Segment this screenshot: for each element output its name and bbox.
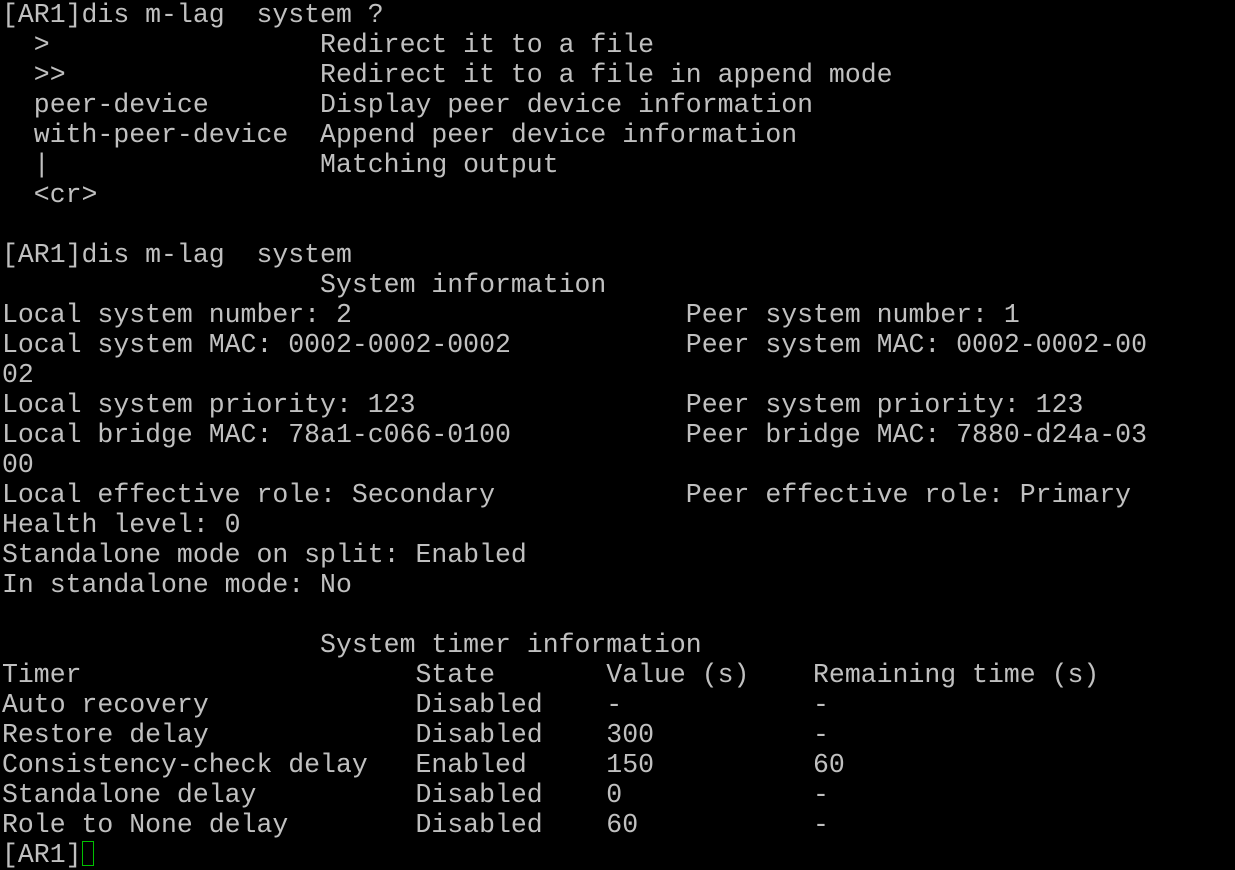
output-line: Local system number: 2 Peer system numbe… bbox=[2, 300, 1020, 330]
help-option-peer-device: peer-device Display peer device informat… bbox=[2, 90, 814, 120]
command-line: [AR1]dis m-lag system ? bbox=[2, 0, 384, 30]
terminal-window[interactable]: [AR1]dis m-lag system ? > Redirect it to… bbox=[0, 0, 1235, 870]
output-line: Health level: 0 bbox=[2, 510, 241, 540]
timer-table-row: Restore delay Disabled 300 - bbox=[2, 720, 829, 750]
help-option-redirect: > Redirect it to a file bbox=[2, 30, 655, 60]
help-option-matching-output: | Matching output bbox=[2, 150, 559, 180]
timer-table-row: Role to None delay Disabled 60 - bbox=[2, 810, 829, 840]
prompt: [AR1] bbox=[2, 840, 82, 870]
timer-table-row: Standalone delay Disabled 0 - bbox=[2, 780, 829, 810]
output-line: Local system MAC: 0002-0002-0002 Peer sy… bbox=[2, 330, 1147, 360]
prompt-line[interactable]: [AR1] bbox=[2, 840, 1235, 870]
output-line: In standalone mode: No bbox=[2, 570, 352, 600]
timer-table-header: Timer State Value (s) Remaining time (s) bbox=[2, 660, 1100, 690]
output-line: 00 bbox=[2, 450, 34, 480]
timer-table-row: Consistency-check delay Enabled 150 60 bbox=[2, 750, 845, 780]
section-title-system-timer-information: System timer information bbox=[2, 630, 702, 660]
timer-table-row: Auto recovery Disabled - - bbox=[2, 690, 829, 720]
text-cursor bbox=[81, 841, 94, 866]
help-option-redirect-append: >> Redirect it to a file in append mode bbox=[2, 60, 893, 90]
output-line: Local system priority: 123 Peer system p… bbox=[2, 390, 1084, 420]
section-title-system-information: System information bbox=[2, 270, 607, 300]
output-line: Local effective role: Secondary Peer eff… bbox=[2, 480, 1132, 510]
command-line: [AR1]dis m-lag system bbox=[2, 240, 352, 270]
help-option-cr: <cr> bbox=[2, 180, 98, 210]
output-line: 02 bbox=[2, 360, 34, 390]
help-option-with-peer-device: with-peer-device Append peer device info… bbox=[2, 120, 798, 150]
output-line: Standalone mode on split: Enabled bbox=[2, 540, 527, 570]
output-line: Local bridge MAC: 78a1-c066-0100 Peer br… bbox=[2, 420, 1147, 450]
